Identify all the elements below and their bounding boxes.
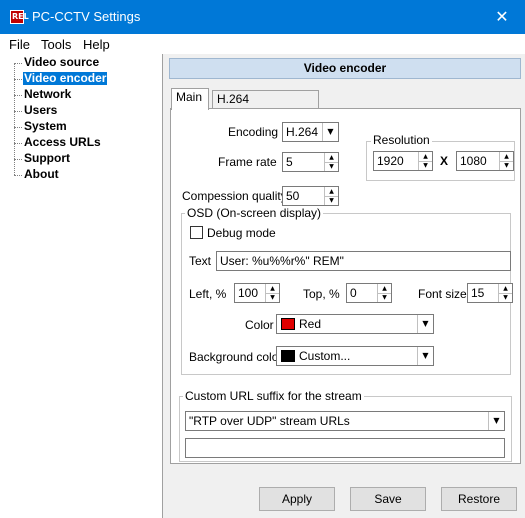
resolution-group-title: Resolution (371, 133, 432, 147)
left-percent-spinner[interactable]: 100 ▲ ▼ (234, 283, 280, 303)
spin-down-icon[interactable]: ▼ (266, 293, 279, 302)
spinner-buttons[interactable]: ▲ ▼ (498, 284, 512, 302)
app-icon: REL (10, 10, 29, 24)
font-size-value: 15 (471, 286, 485, 300)
top-percent-label: Top, % (303, 287, 340, 301)
top-percent-spinner[interactable]: 0 ▲ ▼ (346, 283, 392, 303)
color-select[interactable]: Red ▼ (276, 314, 434, 334)
spin-down-icon[interactable]: ▼ (419, 161, 432, 170)
tab-h264-configuration[interactable]: H.264 configuration (212, 90, 319, 123)
encoding-select[interactable]: H.264 ▼ (282, 122, 339, 142)
spinner-buttons[interactable]: ▲ ▼ (265, 284, 279, 302)
sidebar-item-label: Access URLs (24, 135, 101, 149)
top-percent-value: 0 (350, 286, 357, 300)
frame-rate-label: Frame rate (218, 155, 277, 169)
url-suffix-select[interactable]: "RTP over UDP" stream URLs ▼ (185, 411, 505, 431)
sidebar-item-label: About (24, 167, 59, 181)
spinner-buttons[interactable]: ▲ ▼ (324, 187, 338, 205)
osd-text-value: User: %u%%r%" REM" (220, 254, 344, 268)
background-color-label: Background color (189, 350, 283, 364)
background-color-swatch (281, 350, 295, 362)
sidebar-item-label: Video source (24, 55, 100, 69)
frame-rate-value: 5 (286, 155, 293, 169)
chevron-down-icon: ▼ (417, 347, 433, 365)
spin-down-icon[interactable]: ▼ (500, 161, 513, 170)
save-button[interactable]: Save (350, 487, 426, 511)
spin-down-icon[interactable]: ▼ (325, 162, 338, 171)
osd-group-title: OSD (On-screen display) (185, 206, 324, 220)
encoding-label: Encoding (228, 125, 279, 139)
apply-button[interactable]: Apply (259, 487, 335, 511)
compression-label: Compession quality (182, 189, 287, 203)
resolution-height-value: 1080 (460, 154, 487, 168)
debug-mode-label: Debug mode (207, 226, 276, 240)
url-suffix-group-title: Custom URL suffix for the stream (183, 389, 364, 403)
frame-rate-spinner[interactable]: 5 ▲ ▼ (282, 152, 339, 172)
sidebar-item-label: Users (24, 103, 58, 117)
spinner-buttons[interactable]: ▲ ▼ (324, 153, 338, 171)
spinner-buttons[interactable]: ▲ ▼ (418, 152, 432, 170)
close-icon[interactable]: ✕ (479, 0, 525, 34)
color-label: Color (245, 318, 274, 332)
spin-down-icon[interactable]: ▼ (325, 196, 338, 205)
resolution-width-value: 1920 (377, 154, 404, 168)
spin-down-icon[interactable]: ▼ (499, 293, 512, 302)
chevron-down-icon: ▼ (322, 123, 338, 141)
spinner-buttons[interactable]: ▲ ▼ (499, 152, 513, 170)
app-icon-text: REL (12, 12, 29, 21)
left-percent-label: Left, % (189, 287, 227, 301)
menu-help[interactable]: Help (83, 37, 110, 52)
resolution-width-spinner[interactable]: 1920 ▲ ▼ (373, 151, 433, 171)
compression-spinner[interactable]: 50 ▲ ▼ (282, 186, 339, 206)
chevron-down-icon: ▼ (417, 315, 433, 333)
restore-button[interactable]: Restore (441, 487, 517, 511)
background-color-value: Custom... (299, 349, 351, 363)
menu-tools[interactable]: Tools (41, 37, 71, 52)
url-suffix-select-value: "RTP over UDP" stream URLs (189, 414, 350, 428)
url-suffix-input[interactable] (185, 438, 505, 458)
background-color-select[interactable]: Custom... ▼ (276, 346, 434, 366)
spinner-buttons[interactable]: ▲ ▼ (377, 284, 391, 302)
tab-main[interactable]: Main (171, 88, 209, 110)
compression-value: 50 (286, 189, 300, 203)
color-value: Red (299, 317, 322, 331)
sidebar-item-label: Network (24, 87, 72, 101)
encoding-value: H.264 (286, 125, 319, 139)
color-swatch (281, 318, 295, 330)
chevron-down-icon: ▼ (488, 412, 504, 430)
title-bar: REL PC-CCTV Settings ✕ (0, 0, 525, 34)
sidebar-item-label: Support (24, 151, 70, 165)
font-size-spinner[interactable]: 15 ▲ ▼ (467, 283, 513, 303)
settings-tree: Video source Video encoder Network Users… (0, 54, 163, 518)
font-size-label: Font size (418, 287, 467, 301)
left-percent-value: 100 (238, 286, 259, 300)
spin-down-icon[interactable]: ▼ (378, 293, 391, 302)
osd-text-label: Text (189, 254, 212, 268)
window-title: PC-CCTV Settings (32, 9, 141, 24)
sidebar-item-label: System (24, 119, 67, 133)
sidebar-item-label: Video encoder (23, 71, 108, 85)
debug-mode-checkbox[interactable] (190, 226, 203, 239)
osd-text-input[interactable]: User: %u%%r%" REM" (216, 251, 511, 271)
panel-header: Video encoder (169, 58, 521, 79)
menu-file[interactable]: File (9, 37, 30, 52)
resolution-height-spinner[interactable]: 1080 ▲ ▼ (456, 151, 514, 171)
resolution-separator: X (440, 154, 449, 168)
menu-bar: File Tools Help (0, 34, 525, 54)
